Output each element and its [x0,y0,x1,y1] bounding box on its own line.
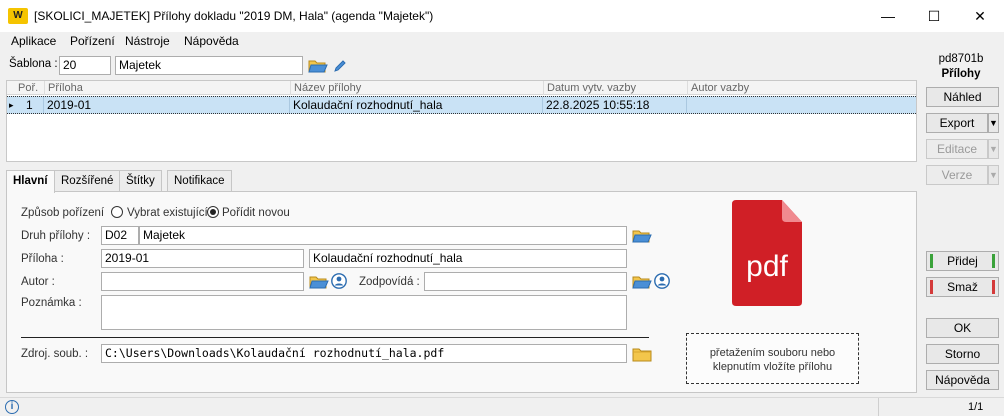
delete-button-label: Smaž [947,280,978,294]
responsible-input[interactable] [424,272,627,291]
tab-notifikace[interactable]: Notifikace [167,170,232,192]
source-file-input[interactable]: C:\Users\Downloads\Kolaudační rozhodnutí… [101,344,627,363]
radio-create-new-label[interactable]: Pořídit novou [222,207,290,219]
add-button[interactable]: Přidej [926,251,999,271]
page-indicator: 1/1 [968,401,984,413]
delete-red-bar [992,280,995,294]
attachment-name-input[interactable]: Kolaudační rozhodnutí_hala [309,249,627,268]
cell-order: 1 [26,98,33,112]
export-dropdown-icon[interactable]: ▼ [988,113,999,133]
folder-open-icon[interactable] [632,228,652,244]
type-name-input[interactable]: Majetek [139,226,627,245]
template-name-input[interactable]: Majetek [115,56,303,75]
pdf-icon-text: pdf [746,250,788,283]
author-label: Autor : [21,276,55,288]
menu-napoveda[interactable]: Nápověda [184,34,239,48]
col-order[interactable]: Poř. [15,81,38,95]
col-date[interactable]: Datum vytv. vazby [543,81,636,95]
divider [21,337,649,338]
export-button[interactable]: Export [926,113,988,133]
responsible-label: Zodpovídá : [359,276,420,288]
row-marker: ▸ [9,100,14,110]
version-button[interactable]: Verze [926,165,988,185]
status-bar: i 1/1 [0,397,1004,416]
type-label: Druh přílohy : [21,230,91,242]
person-icon[interactable] [654,273,670,289]
tab-stitky[interactable]: Štítky [119,170,162,192]
folder-open-icon[interactable] [308,58,328,74]
col-name[interactable]: Název přílohy [290,81,361,95]
folder-icon[interactable] [632,346,652,362]
attachment-code-input[interactable]: 2019-01 [101,249,304,268]
attachment-label: Příloha : [21,253,64,265]
source-file-label: Zdroj. soub. : [21,348,89,360]
menu-porizeni[interactable]: Pořízení [70,34,115,48]
note-textarea[interactable] [101,295,627,330]
delete-button[interactable]: Smaž [926,277,999,297]
title-bar: W [SKOLICI_MAJETEK] Přílohy dokladu "201… [0,0,1004,32]
add-green-bar [930,254,933,268]
attachments-grid[interactable]: Poř. Příloha Název přílohy Datum vytv. v… [6,80,917,162]
acquisition-label: Způsob pořízení [21,207,105,219]
table-row[interactable]: ▸ 1 2019-01 Kolaudační rozhodnutí_hala 2… [7,96,916,114]
template-code-input[interactable]: 20 [59,56,111,75]
menu-aplikace[interactable]: Aplikace [11,34,56,48]
col-author[interactable]: Autor vazby [687,81,749,95]
edit-pencil-icon[interactable] [332,58,348,74]
cell-attachment: 2019-01 [47,98,92,112]
tab-hlavni[interactable]: Hlavní [6,170,55,193]
add-green-bar [992,254,995,268]
radio-create-new[interactable] [207,206,219,218]
folder-open-icon[interactable] [309,274,329,290]
cell-author [687,98,690,113]
folder-open-icon[interactable] [632,274,652,290]
radio-select-existing-label[interactable]: Vybrat existující [127,207,208,219]
window-title: [SKOLICI_MAJETEK] Přílohy dokladu "2019 … [34,9,434,23]
menu-nastroje[interactable]: Nástroje [125,34,170,48]
help-button[interactable]: Nápověda [926,370,999,390]
person-icon[interactable] [331,273,347,289]
close-button[interactable]: ✕ [957,0,1003,32]
minimize-button[interactable]: — [865,0,911,32]
app-logo: W [8,8,28,24]
radio-select-existing[interactable] [111,206,123,218]
edit-dropdown-icon[interactable]: ▼ [988,139,999,159]
tab-rozsirene[interactable]: Rozšířené [54,170,121,192]
template-label: Šablona : [9,58,58,70]
dropzone-line2: klepnutím vložíte přílohu [712,361,833,373]
status-divider [878,398,879,416]
preview-button[interactable]: Náhled [926,87,999,107]
menu-bar: Aplikace Pořízení Nástroje Nápověda [0,32,1004,52]
delete-red-bar [930,280,933,294]
grid-header: Poř. Příloha Název přílohy Datum vytv. v… [7,81,916,95]
type-code-input[interactable]: D02 [101,226,139,245]
cell-name: Kolaudační rozhodnutí_hala [293,98,443,112]
cell-date: 22.8.2025 10:55:18 [546,98,650,112]
author-input[interactable] [101,272,304,291]
maximize-button[interactable]: ☐ [911,0,957,32]
ok-button[interactable]: OK [926,318,999,338]
file-dropzone[interactable]: přetažením souboru nebo klepnutím vložít… [686,333,859,384]
col-attachment[interactable]: Příloha [44,81,83,95]
pdf-file-icon: pdf [732,200,802,306]
dropzone-line1: přetažením souboru nebo [709,347,836,359]
edit-button[interactable]: Editace [926,139,988,159]
form-id: pd8701b [938,53,984,65]
add-button-label: Přidej [947,254,978,268]
note-label: Poznámka : [21,297,82,309]
version-dropdown-icon[interactable]: ▼ [988,165,999,185]
form-title: Přílohy [941,68,981,80]
info-icon[interactable]: i [5,400,19,414]
cancel-button[interactable]: Storno [926,344,999,364]
